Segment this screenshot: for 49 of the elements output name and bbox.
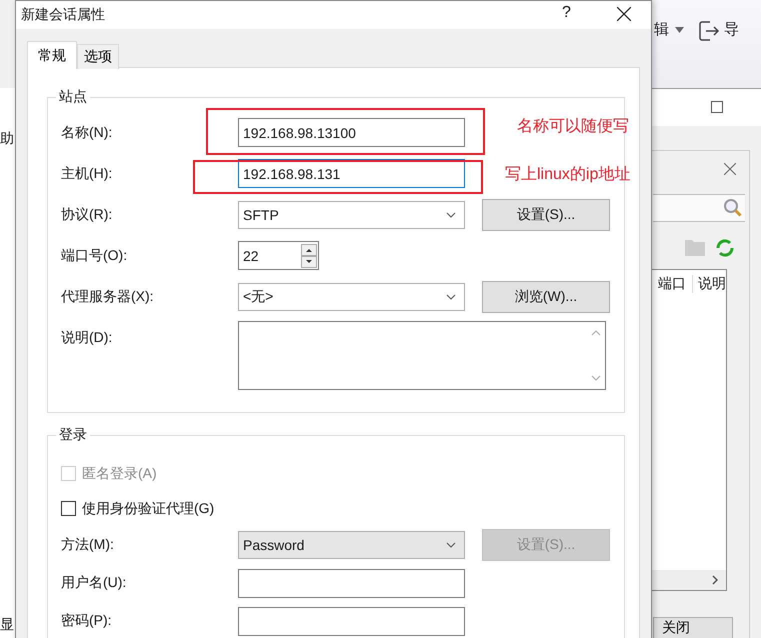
- scroll-down-icon[interactable]: [591, 375, 601, 381]
- group-title: 登录: [56, 426, 90, 444]
- field-label: 主机(H):: [61, 164, 114, 182]
- scroll-up-icon[interactable]: [591, 330, 601, 336]
- scroll-right-icon[interactable]: [712, 575, 718, 585]
- export-icon: [698, 20, 720, 42]
- group-title: 站点: [56, 88, 90, 106]
- export-button[interactable]: 导: [724, 20, 739, 39]
- field-label: 代理服务器(X):: [61, 288, 155, 306]
- scrollbar[interactable]: [650, 570, 726, 590]
- menu-item[interactable]: 助: [0, 130, 14, 148]
- window-title: 新建会话属性: [21, 6, 105, 24]
- dropdown[interactable]: <无>: [238, 282, 465, 310]
- tab[interactable]: 常规: [27, 41, 77, 69]
- input-field[interactable]: 192.168.98.131: [238, 159, 465, 188]
- input-field[interactable]: 192.168.98.13100: [238, 118, 465, 147]
- checkbox[interactable]: [61, 501, 76, 516]
- close-button[interactable]: 关闭: [653, 617, 733, 638]
- field-label: 说明(D):: [61, 328, 114, 347]
- close-icon[interactable]: [617, 7, 631, 21]
- settings-button[interactable]: 浏览(W)...: [482, 280, 610, 312]
- search-icon: [723, 198, 743, 218]
- chevron-down-icon: [446, 542, 456, 548]
- annotation-text: 写上linux的ip地址: [505, 164, 630, 185]
- maximize-icon[interactable]: [711, 101, 723, 113]
- dropdown[interactable]: SFTP: [238, 200, 465, 228]
- edit-menu[interactable]: 辑: [654, 20, 684, 39]
- chevron-down-icon: [446, 294, 456, 300]
- column-header[interactable]: 说明: [693, 275, 726, 293]
- field-label: 名称(N):: [61, 124, 114, 142]
- refresh-icon[interactable]: [715, 238, 735, 258]
- checkbox-label[interactable]: 使用身份验证代理(G): [82, 500, 214, 518]
- input-field[interactable]: [238, 568, 465, 598]
- field-label: 协议(R):: [61, 206, 114, 224]
- search-field[interactable]: [653, 194, 745, 222]
- field-label: 用户名(U):: [61, 574, 128, 592]
- spin-field[interactable]: 22: [238, 241, 319, 270]
- status-text: 显: [0, 616, 14, 634]
- text-area[interactable]: [238, 321, 606, 390]
- input-field[interactable]: [238, 606, 465, 636]
- field-label: 密码(P):: [61, 612, 113, 630]
- annotation-text: 名称可以随便写: [517, 116, 629, 137]
- field-label: 端口号(O):: [61, 246, 128, 264]
- field-label: 方法(M):: [61, 536, 115, 554]
- caret-icon: [675, 26, 684, 32]
- settings-button[interactable]: 设置(S)...: [482, 198, 610, 230]
- tab[interactable]: 选项: [77, 44, 119, 69]
- help-button[interactable]: ?: [562, 4, 571, 22]
- chevron-down-icon: [446, 212, 456, 218]
